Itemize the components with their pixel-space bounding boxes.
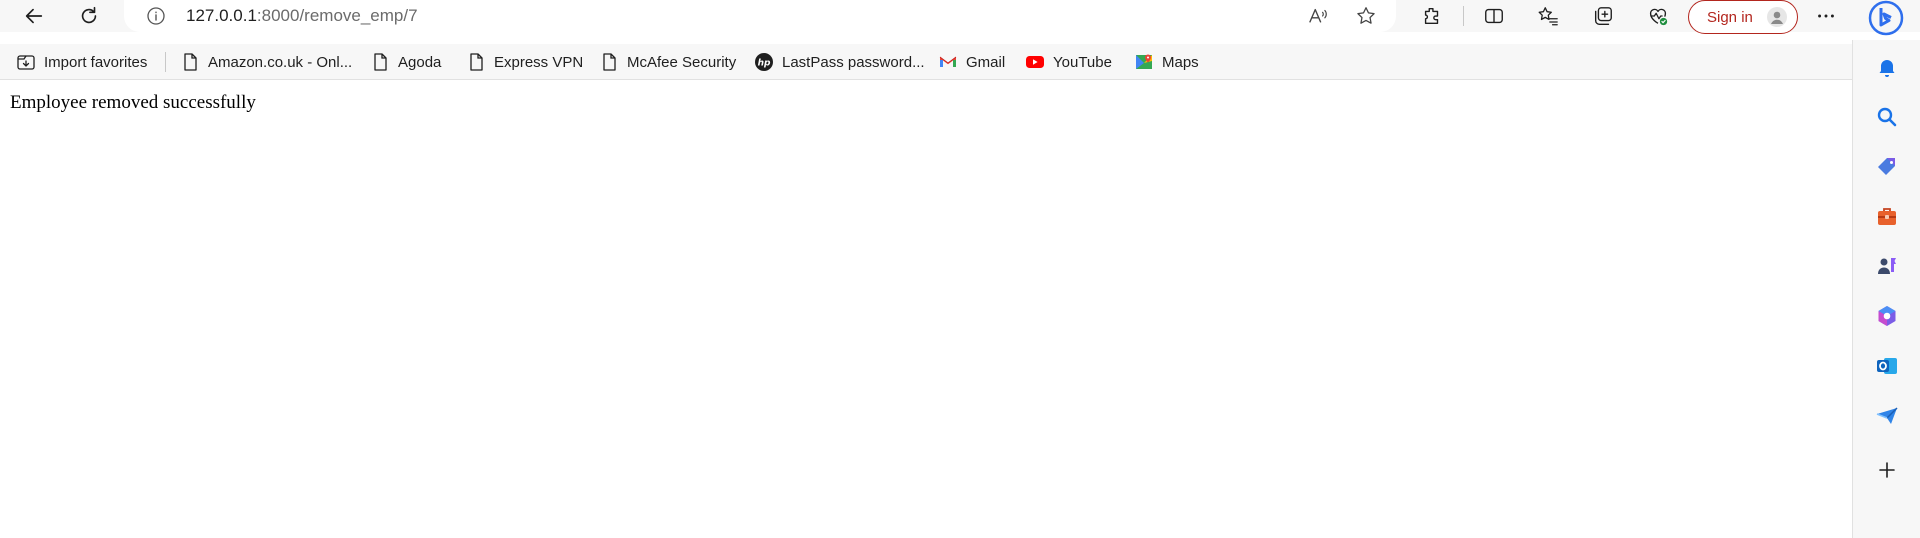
notifications-button[interactable] bbox=[1873, 53, 1901, 81]
refresh-icon bbox=[81, 6, 97, 24]
browser-essentials-button[interactable] bbox=[1640, 0, 1676, 32]
bing-copilot-button[interactable] bbox=[1866, 0, 1906, 36]
read-aloud-button[interactable] bbox=[1305, 4, 1331, 28]
favorite-label: Import favorites bbox=[44, 53, 148, 71]
url-text[interactable]: 127.0.0.1:8000/remove_emp/7 bbox=[186, 6, 418, 26]
youtube-icon bbox=[1026, 56, 1044, 68]
page-icon bbox=[184, 53, 197, 71]
maps-icon bbox=[1136, 54, 1152, 69]
collections-icon bbox=[1594, 7, 1612, 25]
notifications-icon bbox=[1879, 60, 1895, 77]
browser-toolbar: 127.0.0.1:8000/remove_emp/7 Sign in bbox=[0, 0, 1920, 34]
favorite-mcafee[interactable]: McAfee Security bbox=[599, 44, 736, 80]
gmail-icon bbox=[939, 56, 957, 67]
collections-button[interactable] bbox=[1585, 0, 1621, 32]
edge-sidebar bbox=[1852, 40, 1920, 538]
games-icon bbox=[1878, 258, 1896, 274]
favorites-icon bbox=[1538, 7, 1558, 26]
microsoft365-button[interactable] bbox=[1873, 302, 1901, 330]
browser-essentials-icon bbox=[1649, 8, 1668, 26]
page-icon bbox=[603, 53, 616, 71]
split-screen-button[interactable] bbox=[1476, 0, 1512, 32]
favorite-lastpass[interactable]: hp LastPass password... bbox=[754, 44, 925, 80]
page-icon bbox=[470, 53, 483, 71]
shopping-tag-icon bbox=[1878, 158, 1895, 175]
favorite-label: Maps bbox=[1162, 53, 1199, 71]
favorite-gmail[interactable]: Gmail bbox=[938, 44, 1005, 80]
favorites-bar: Import favorites Amazon.co.uk - Onl... A… bbox=[0, 44, 1852, 80]
favorite-import-favorites[interactable]: Import favorites bbox=[16, 44, 147, 80]
page-icon bbox=[374, 53, 387, 71]
microsoft365-icon bbox=[1878, 306, 1896, 326]
favorite-amazon[interactable]: Amazon.co.uk - Onl... bbox=[180, 44, 352, 80]
toolbar-divider bbox=[1463, 6, 1464, 26]
hp-icon: hp bbox=[755, 53, 773, 71]
add-sidebar-app-button[interactable] bbox=[1873, 456, 1901, 484]
more-options-icon bbox=[1818, 14, 1834, 18]
favorite-youtube[interactable]: YouTube bbox=[1025, 44, 1112, 80]
send-icon bbox=[1876, 407, 1898, 424]
favorite-label: YouTube bbox=[1053, 53, 1112, 71]
favorite-maps[interactable]: Maps bbox=[1134, 44, 1199, 80]
add-icon bbox=[1879, 462, 1895, 478]
url-host: 127.0.0.1 bbox=[186, 6, 257, 25]
url-path: :8000/remove_emp/7 bbox=[256, 6, 418, 25]
favorite-express-vpn[interactable]: Express VPN bbox=[466, 44, 583, 80]
favorites-button[interactable] bbox=[1530, 0, 1566, 32]
favorite-label: Express VPN bbox=[494, 53, 584, 71]
more-options-button[interactable] bbox=[1808, 0, 1844, 32]
page-content: Employee removed successfully bbox=[0, 81, 1852, 538]
split-screen-icon bbox=[1485, 8, 1503, 24]
shopping-button[interactable] bbox=[1873, 153, 1901, 181]
send-button[interactable] bbox=[1873, 402, 1901, 430]
extensions-icon bbox=[1424, 7, 1439, 25]
avatar-icon bbox=[1767, 7, 1787, 27]
svg-text:hp: hp bbox=[758, 59, 771, 69]
back-button[interactable] bbox=[16, 0, 52, 32]
tools-briefcase-icon bbox=[1878, 208, 1896, 225]
favorite-label: Amazon.co.uk - Onl... bbox=[208, 53, 353, 71]
status-message: Employee removed successfully bbox=[10, 92, 256, 113]
back-icon bbox=[25, 8, 43, 24]
outlook-icon bbox=[1877, 358, 1897, 374]
site-info-icon[interactable] bbox=[146, 6, 166, 26]
favorite-label: Gmail bbox=[966, 53, 1006, 71]
sidebar-search-button[interactable] bbox=[1873, 103, 1901, 131]
tools-button[interactable] bbox=[1873, 203, 1901, 231]
sign-in-button[interactable]: Sign in bbox=[1688, 0, 1798, 34]
favorite-label: LastPass password... bbox=[782, 53, 925, 71]
import-favorites-icon bbox=[17, 55, 35, 70]
sign-in-label: Sign in bbox=[1707, 8, 1753, 26]
favorite-agoda[interactable]: Agoda bbox=[370, 44, 441, 80]
bing-copilot-icon bbox=[1868, 0, 1904, 36]
favorite-label: Agoda bbox=[398, 53, 442, 71]
address-bar[interactable]: 127.0.0.1:8000/remove_emp/7 bbox=[124, 0, 1396, 32]
outlook-button[interactable] bbox=[1873, 352, 1901, 380]
favorites-divider bbox=[165, 52, 166, 72]
search-icon bbox=[1877, 107, 1897, 127]
read-aloud-icon bbox=[1309, 8, 1327, 23]
favorite-star-icon bbox=[1357, 7, 1375, 24]
add-favorite-button[interactable] bbox=[1353, 4, 1379, 28]
refresh-button[interactable] bbox=[71, 0, 107, 32]
extensions-button[interactable] bbox=[1414, 0, 1450, 32]
favorite-label: McAfee Security bbox=[627, 53, 737, 71]
games-button[interactable] bbox=[1873, 252, 1901, 280]
